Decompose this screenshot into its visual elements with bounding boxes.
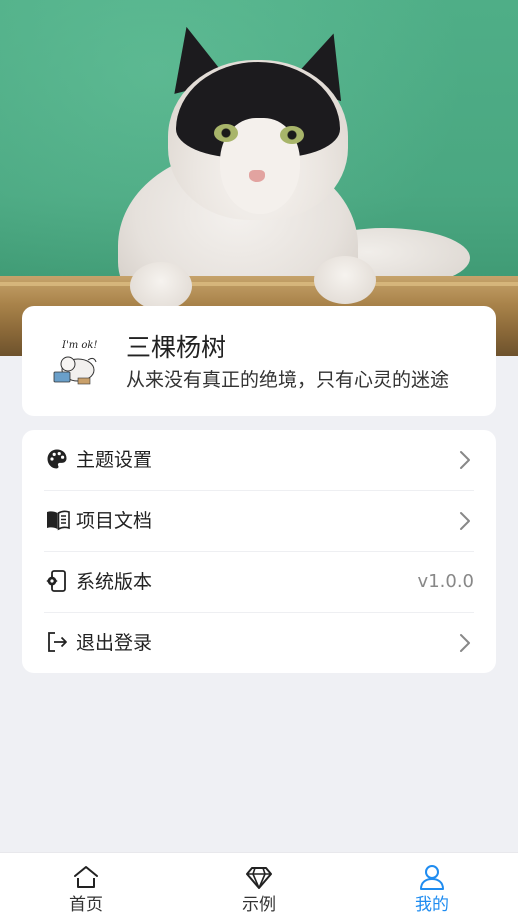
user-icon (418, 863, 446, 891)
tab-label-home: 首页 (69, 895, 103, 915)
profile-motto: 从来没有真正的绝境，只有心灵的迷途 (126, 369, 450, 391)
menu-label-logout: 退出登录 (76, 632, 153, 654)
menu-label-system-version: 系统版本 (76, 571, 153, 593)
tab-examples[interactable]: 示例 (173, 853, 345, 921)
menu-label-theme-settings: 主题设置 (76, 449, 153, 471)
tab-home[interactable]: 首页 (0, 853, 172, 921)
avatar[interactable]: I'm ok! (48, 334, 106, 392)
menu-item-theme-settings[interactable]: 主题设置 (22, 430, 496, 490)
tab-label-examples: 示例 (242, 895, 276, 915)
logout-icon (46, 631, 68, 653)
profile-name: 三棵杨树 (126, 333, 227, 362)
book-icon (46, 509, 70, 531)
chevron-right-icon (458, 633, 472, 653)
phone-settings-icon (46, 570, 68, 592)
palette-icon (46, 448, 68, 470)
chevron-right-icon (458, 450, 472, 470)
header-banner-image (0, 0, 518, 356)
tab-mine[interactable]: 我的 (346, 853, 518, 921)
tab-label-mine: 我的 (415, 895, 449, 915)
chevron-right-icon (458, 511, 472, 531)
bottom-tab-bar: 首页 示例 我的 (0, 852, 518, 921)
menu-label-project-docs: 项目文档 (76, 510, 153, 532)
avatar-text: I'm ok! (61, 340, 97, 351)
menu-item-system-version[interactable]: 系统版本 v1.0.0 (22, 552, 496, 612)
version-value: v1.0.0 (417, 571, 474, 592)
menu-item-project-docs[interactable]: 项目文档 (22, 491, 496, 551)
menu-item-logout[interactable]: 退出登录 (22, 613, 496, 673)
home-icon (72, 863, 100, 891)
diamond-icon (245, 863, 273, 891)
